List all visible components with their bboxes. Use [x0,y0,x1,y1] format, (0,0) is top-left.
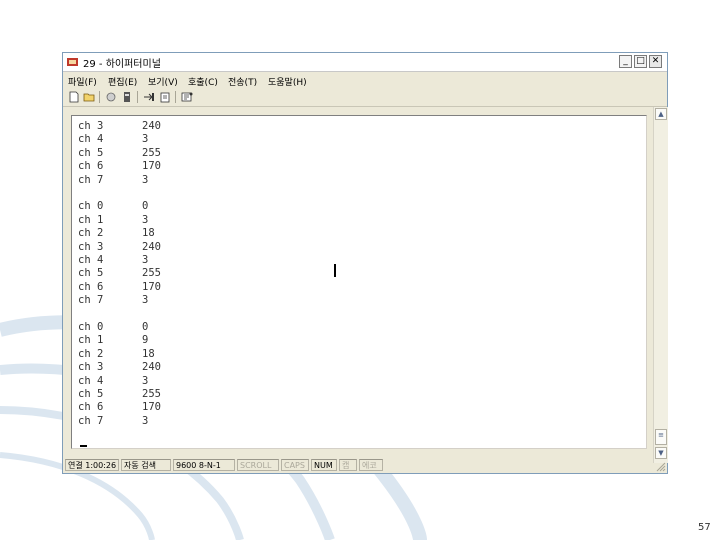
terminal-channel-value: 3 [142,173,149,186]
menu-file[interactable]: 파일(F) [68,75,97,88]
menu-transfer[interactable]: 전송(T) [228,75,257,88]
terminal-channel-label: ch 6 [78,160,104,173]
terminal-channel-label: ch 5 [78,146,104,159]
new-icon[interactable] [68,91,80,103]
terminal-channel-label: ch 2 [78,347,104,360]
status-print: 에코 [359,459,383,471]
send-icon[interactable] [143,91,155,103]
toolbar [63,88,667,107]
terminal-channel-label: ch 5 [78,267,104,280]
menu-help[interactable]: 도움말(H) [268,75,307,88]
disconnect-icon[interactable] [105,91,117,103]
terminal-channel-label: ch 0 [78,200,104,213]
status-baud: 9600 8-N-1 [173,459,235,471]
terminal-cursor [80,445,87,447]
terminal-channel-label: ch 3 [78,361,104,374]
vertical-scrollbar[interactable]: ▲ ≡ ▼ [653,107,668,463]
mouse-ibeam-cursor [334,264,336,277]
resize-grip-icon[interactable] [656,462,666,472]
terminal-channel-value: 3 [142,133,149,146]
terminal-channel-label: ch 3 [78,120,104,132]
slide-page-number: 57 [698,522,711,533]
toolbar-separator [175,91,176,103]
terminal-channel-label: ch 3 [78,240,104,253]
minimize-button[interactable]: _ [619,55,632,68]
terminal-channel-value: 255 [142,388,161,400]
terminal-channel-value: 240 [142,120,161,132]
terminal-channel-label: ch 4 [78,374,104,387]
terminal-channel-value: 240 [142,361,161,374]
toolbar-separator [137,91,138,103]
call-icon[interactable] [121,91,133,103]
terminal-channel-label: ch 1 [78,213,104,226]
status-scroll: SCROLL [237,459,279,471]
title-bar[interactable]: 29 - 하이퍼터미널 _ □ ✕ [63,53,667,72]
terminal-channel-value: 3 [142,414,149,427]
terminal-channel-value: 255 [142,146,161,159]
properties-icon[interactable] [181,91,193,103]
terminal-channel-value: 3 [142,294,149,307]
maximize-button[interactable]: □ [634,55,647,68]
window-title: 29 - 하이퍼터미널 [83,59,161,70]
menu-bar: 파일(F) 편집(E) 보기(V) 호출(C) 전송(T) 도움말(H) [63,72,667,88]
status-caps: CAPS [281,459,309,471]
menu-call[interactable]: 호출(C) [188,75,218,88]
terminal-channel-label: ch 6 [78,401,104,414]
terminal-channel-value: 18 [142,347,155,360]
scroll-thumb[interactable]: ≡ [655,429,667,445]
toolbar-separator [99,91,100,103]
terminal-channel-value: 3 [142,254,149,266]
scroll-up-arrow[interactable]: ▲ [655,108,667,120]
terminal-channel-value: 3 [142,213,149,226]
status-detect: 자동 검색 [121,459,171,471]
terminal-channel-value: 0 [142,321,149,333]
terminal-channel-label: ch 7 [78,414,104,427]
terminal-channel-value: 9 [142,334,149,347]
terminal-channel-value: 170 [142,160,161,173]
status-connected-time: 연결 1:00:26 [65,459,119,471]
terminal-channel-label: ch 4 [78,254,104,266]
status-num: NUM [311,459,337,471]
terminal-channel-label: ch 6 [78,280,104,293]
hyperterminal-window: 29 - 하이퍼터미널 _ □ ✕ 파일(F) 편집(E) 보기(V) 호출(C… [62,52,668,474]
terminal-channel-value: 18 [142,227,155,240]
terminal-channel-value: 170 [142,280,161,293]
terminal-channel-label: ch 2 [78,227,104,240]
terminal-channel-label: ch 5 [78,388,104,400]
terminal-area[interactable]: ch 3 240 ch 4 3 ch 5 255 ch 6 170 ch 7 3 ch 0 0 ch 1… [71,115,647,449]
menu-edit[interactable]: 편집(E) [108,75,137,88]
terminal-channel-value: 170 [142,401,161,414]
terminal-channel-label: ch 7 [78,173,104,186]
open-icon[interactable] [83,91,95,103]
menu-view[interactable]: 보기(V) [148,75,178,88]
terminal-channel-value: 0 [142,200,149,213]
terminal-channel-value: 240 [142,240,161,253]
terminal-channel-value: 255 [142,267,161,280]
terminal-channel-label: ch 1 [78,334,104,347]
receive-icon[interactable] [159,91,171,103]
status-capture: 캡 [339,459,357,471]
hyperterminal-app-icon [67,58,78,66]
terminal-channel-value: 3 [142,374,149,387]
terminal-channel-label: ch 7 [78,294,104,307]
close-button[interactable]: ✕ [649,55,662,68]
terminal-channel-label: ch 4 [78,133,104,146]
status-bar: 연결 1:00:26 자동 검색 9600 8-N-1 SCROLL CAPS … [63,457,667,473]
terminal-channel-label: ch 0 [78,321,104,333]
